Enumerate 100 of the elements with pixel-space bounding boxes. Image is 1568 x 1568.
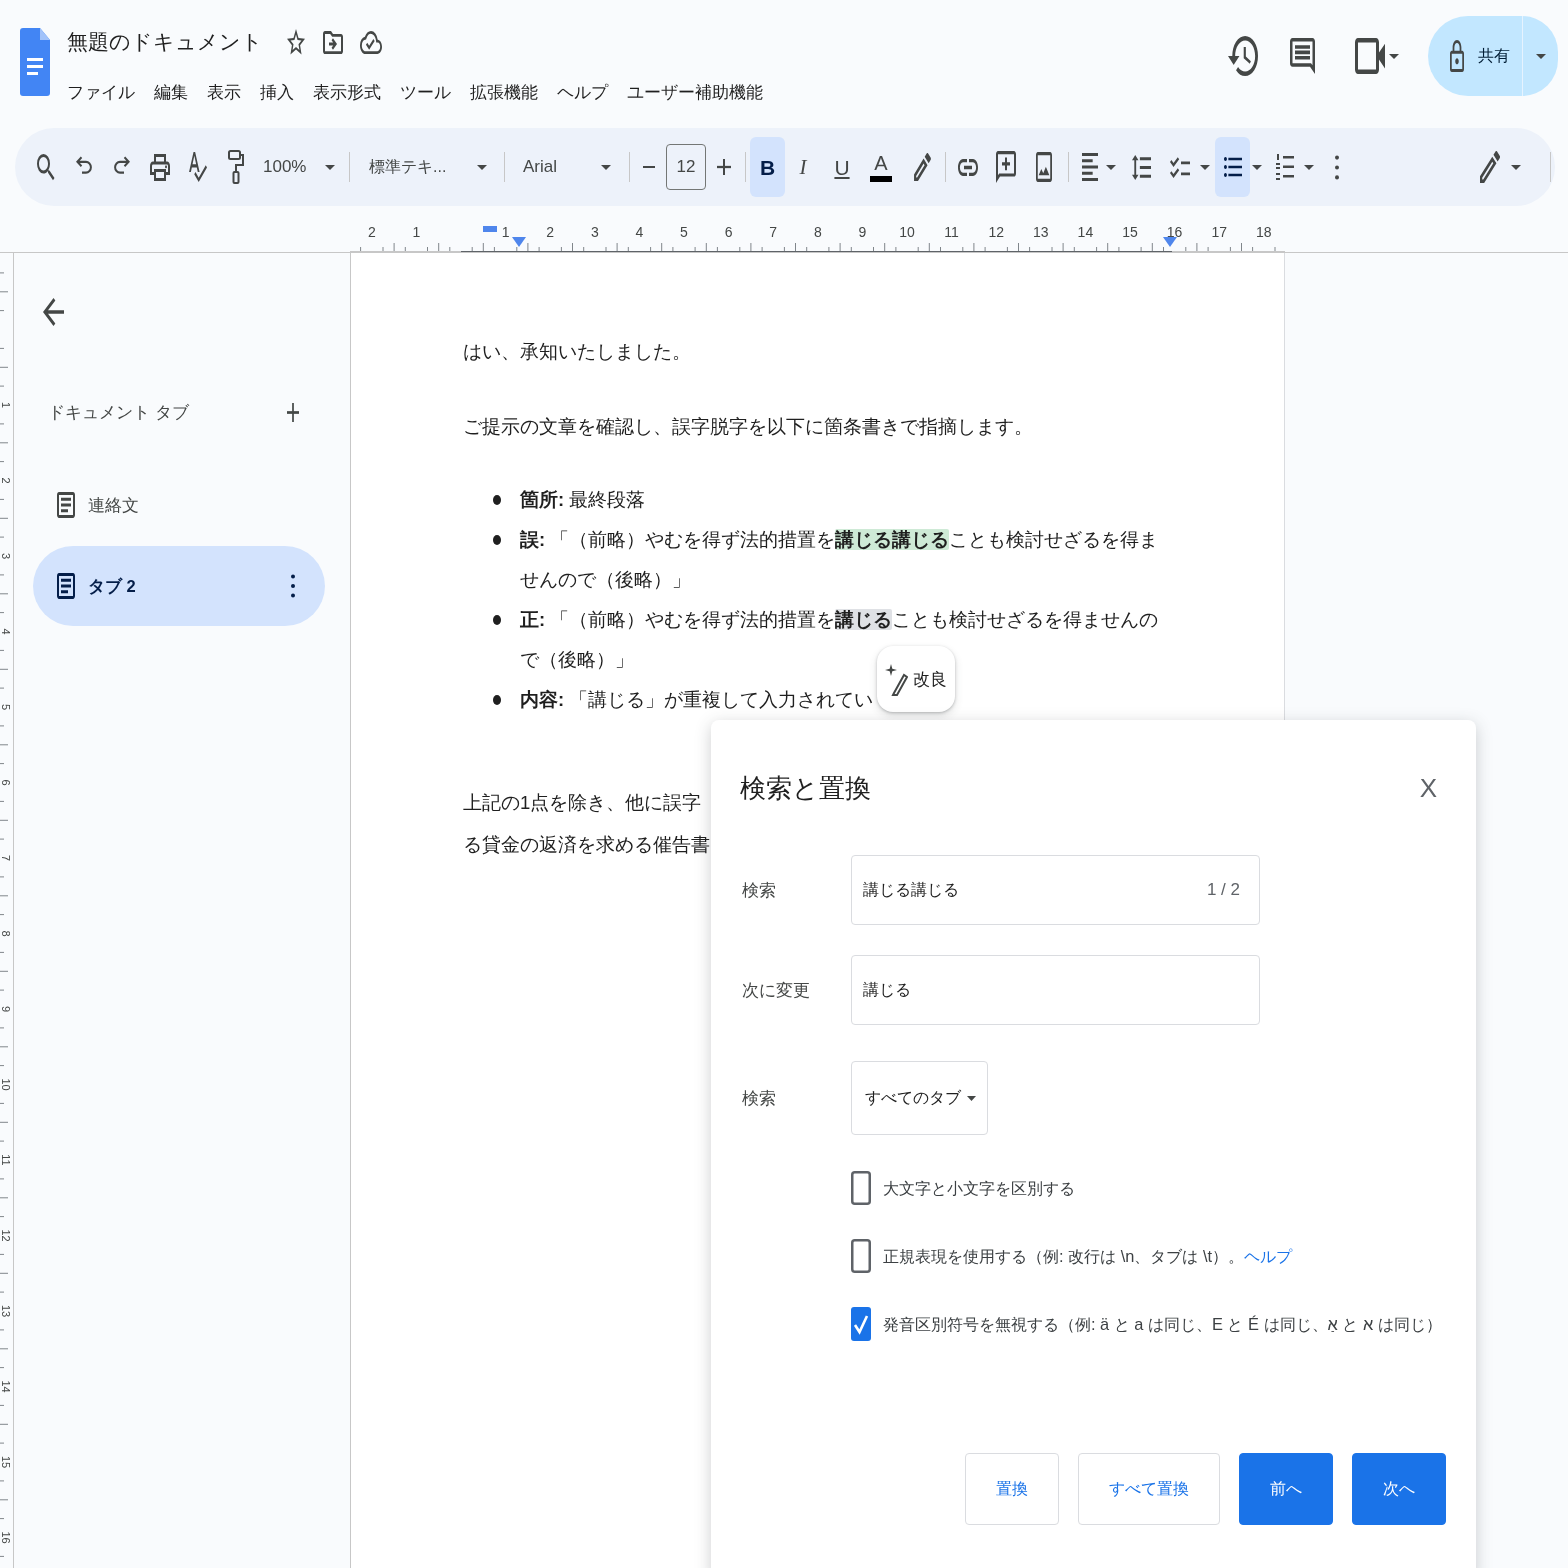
bullet-icon bbox=[493, 695, 501, 705]
ruler-number: 4 bbox=[0, 628, 12, 635]
ruler-number: 2 bbox=[0, 477, 12, 484]
scope-select[interactable]: すべてのタブ bbox=[851, 1061, 988, 1135]
option-label[interactable]: 発音区別符号を無視する（例: ä と a は同じ、E と É は同じ、אַ と א は同じ） bbox=[883, 1311, 1442, 1337]
add-comment-icon[interactable] bbox=[996, 151, 1016, 183]
document-logo-icon[interactable] bbox=[20, 28, 50, 96]
back-arrow-icon[interactable] bbox=[43, 298, 64, 326]
checklist-icon bbox=[1169, 156, 1190, 178]
align-left-icon[interactable] bbox=[1082, 153, 1098, 181]
ruler-number: 2 bbox=[367, 224, 376, 240]
document-tab[interactable]: 連絡文 bbox=[33, 465, 325, 545]
bulleted-list-button[interactable] bbox=[1215, 137, 1250, 197]
star-icon[interactable] bbox=[287, 29, 305, 55]
caret-icon bbox=[967, 1095, 976, 1101]
font-size-field[interactable]: 12 bbox=[666, 144, 706, 190]
checkbox[interactable] bbox=[851, 1171, 871, 1205]
replace-field[interactable]: 講じる bbox=[851, 955, 1260, 1025]
zoom-select[interactable]: 100% bbox=[263, 147, 335, 187]
history-icon[interactable] bbox=[1228, 36, 1258, 76]
underline-button[interactable]: U bbox=[825, 137, 859, 197]
paint-roller-icon[interactable] bbox=[228, 150, 244, 184]
caret-icon[interactable] bbox=[1389, 53, 1399, 59]
replace-all-button[interactable]: すべて置換 bbox=[1078, 1453, 1220, 1525]
menu-item[interactable]: 挿入 bbox=[260, 78, 294, 106]
link-icon[interactable] bbox=[958, 158, 978, 176]
text-color-button[interactable]: A bbox=[864, 137, 898, 197]
italic-button[interactable]: I bbox=[786, 137, 820, 197]
document-title[interactable]: 無題のドキュメント bbox=[67, 24, 263, 60]
menu-item[interactable]: 表示 bbox=[207, 78, 241, 106]
ruler-number: 1 bbox=[0, 401, 12, 409]
menu-item[interactable]: 表示形式 bbox=[313, 78, 381, 106]
ruler-number: 7 bbox=[0, 854, 12, 862]
menu-item[interactable]: ヘルプ bbox=[557, 78, 608, 106]
text-style-select[interactable]: 標準テキ... bbox=[369, 147, 487, 187]
pencil-icon[interactable] bbox=[1480, 151, 1500, 183]
previous-button[interactable]: 前へ bbox=[1239, 1453, 1333, 1525]
comments-icon[interactable] bbox=[1290, 38, 1315, 74]
ruler-number: 15 bbox=[1122, 224, 1138, 240]
right-indent-marker[interactable] bbox=[1163, 237, 1177, 247]
caret-icon[interactable] bbox=[1304, 164, 1314, 170]
cloud-check-icon[interactable] bbox=[360, 30, 382, 54]
plus-icon[interactable] bbox=[287, 402, 299, 422]
checkbox[interactable] bbox=[851, 1239, 871, 1273]
menu-item[interactable]: ユーザー補助機能 bbox=[627, 78, 763, 106]
ruler-number: 1 bbox=[501, 224, 510, 240]
paragraph-text: 上記の1点を除き、他に誤字 bbox=[463, 791, 702, 815]
caret-icon bbox=[601, 164, 611, 170]
left-indent-marker[interactable] bbox=[512, 237, 526, 247]
document-tab[interactable]: タブ 2 bbox=[33, 546, 325, 626]
search-icon[interactable] bbox=[37, 153, 55, 181]
image-icon[interactable] bbox=[1036, 152, 1052, 182]
menu-item[interactable]: 編集 bbox=[154, 78, 188, 106]
plus-icon[interactable] bbox=[717, 159, 731, 175]
paragraph-text: る貸金の返済を求める催告書 bbox=[463, 833, 710, 857]
bold-button[interactable]: B bbox=[750, 137, 785, 197]
highlighter-icon[interactable] bbox=[913, 153, 931, 181]
font-select[interactable]: Arial bbox=[523, 147, 611, 187]
ruler-number: 1 bbox=[412, 224, 421, 240]
ruler-number: 13 bbox=[1033, 224, 1049, 240]
option-label[interactable]: 大文字と小文字を区別する bbox=[883, 1175, 1075, 1201]
caret-icon[interactable] bbox=[1511, 164, 1521, 170]
next-button[interactable]: 次へ bbox=[1352, 1453, 1446, 1525]
ruler-number: 9 bbox=[858, 224, 867, 240]
first-line-indent-marker[interactable] bbox=[483, 226, 497, 232]
menu-item[interactable]: ツール bbox=[400, 78, 451, 106]
ruler-number: 10 bbox=[899, 224, 915, 240]
ruler-number: 8 bbox=[0, 930, 12, 937]
ruler-number: 10 bbox=[0, 1078, 12, 1091]
search-field[interactable]: 講じる講じる 1 / 2 bbox=[851, 855, 1260, 925]
field-label: 検索 bbox=[741, 1087, 777, 1109]
document-icon bbox=[57, 492, 75, 518]
more-icon[interactable] bbox=[1335, 154, 1339, 180]
help-link[interactable]: ヘルプ bbox=[1244, 1246, 1292, 1265]
more-icon[interactable] bbox=[291, 574, 295, 598]
match-count: 1 / 2 bbox=[1206, 879, 1240, 902]
caret-icon[interactable] bbox=[1200, 164, 1210, 170]
close-button[interactable]: X bbox=[1419, 768, 1437, 808]
share-button[interactable]: 共有 bbox=[1428, 16, 1522, 96]
refine-button[interactable]: 改良 bbox=[877, 646, 955, 712]
ruler-number: 16 bbox=[1166, 224, 1183, 240]
checkbox[interactable] bbox=[851, 1307, 871, 1341]
dialog-title: 検索と置換 bbox=[740, 772, 871, 805]
ruler-number: 14 bbox=[1077, 224, 1094, 240]
menu-item[interactable]: ファイル bbox=[67, 78, 135, 106]
caret-icon[interactable] bbox=[1106, 164, 1116, 170]
caret-icon bbox=[1535, 53, 1546, 59]
line-spacing-icon[interactable] bbox=[1131, 154, 1151, 180]
menu-item[interactable]: 拡張機能 bbox=[470, 78, 538, 106]
spellcheck-icon[interactable] bbox=[189, 152, 207, 182]
option-label[interactable]: 正規表現を使用する（例: 改行は \n、タブは \t）。ヘルプ bbox=[883, 1243, 1292, 1269]
printer-icon[interactable] bbox=[150, 153, 170, 181]
ruler-number: 11 bbox=[944, 224, 959, 240]
caret-icon[interactable] bbox=[1252, 164, 1262, 170]
replace-button[interactable]: 置換 bbox=[965, 1453, 1059, 1525]
ruler-number: 15 bbox=[0, 1455, 12, 1469]
video-camera-icon[interactable] bbox=[1355, 38, 1385, 74]
folder-icon[interactable] bbox=[323, 30, 343, 54]
bulleted-list-icon bbox=[1223, 157, 1242, 177]
ruler-number: 3 bbox=[590, 224, 599, 240]
